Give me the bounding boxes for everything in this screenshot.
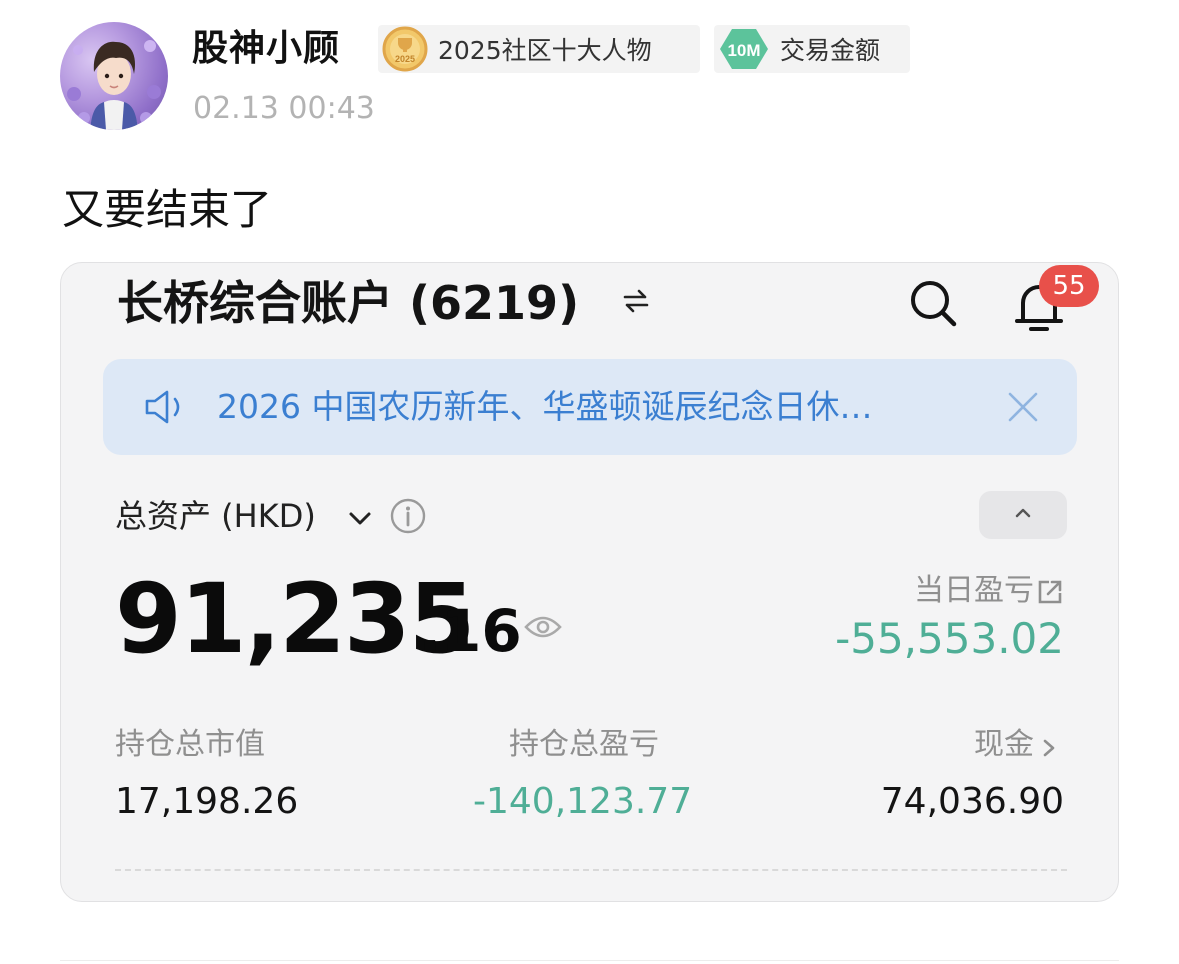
announcement-banner[interactable]: 2026 中国农历新年、华盛顿诞辰纪念日休… [103,359,1077,455]
market-value-label: 持仓总市值 [115,727,265,762]
info-icon[interactable] [389,497,427,535]
post-text: 又要结束了 [62,185,273,234]
position-pl-label: 持仓总盈亏 [509,727,659,762]
dashed-divider [115,869,1067,871]
10m-text: 10M [727,41,760,60]
medal-year-text: 2025 [395,54,415,64]
account-screenshot[interactable]: 长桥综合账户 (6219) 55 2026 中国农历新年、华盛顿诞辰纪念日休… … [60,262,1119,902]
author-name[interactable]: 股神小顾 [192,24,340,74]
announcement-text[interactable]: 2026 中国农历新年、华盛顿诞辰纪念日休… [217,381,967,433]
post-page: 股神小顾 2025 2025社区十大人物 10M 交易金额 02.13 00:4… [0,0,1179,964]
10m-badge-icon: 10M [718,27,770,71]
external-link-icon[interactable] [1035,577,1065,607]
cash-label[interactable]: 现金 [974,723,1034,767]
chevron-down-icon[interactable] [347,507,373,529]
position-pl-value: -140,123.77 [473,781,693,822]
search-icon[interactable] [907,277,959,329]
medal-icon: 2025 [382,26,428,72]
speaker-icon [143,387,191,427]
community-figure-badge[interactable]: 2025 2025社区十大人物 [378,25,700,73]
switch-account-icon[interactable] [621,287,651,315]
day-pl-label[interactable]: 当日盈亏 [914,569,1034,613]
badge-label: 交易金额 [780,36,881,65]
cash-value: 74,036.90 [880,781,1064,822]
trade-amount-badge[interactable]: 10M 交易金额 [714,25,910,73]
total-assets-decimal: .16 [419,597,522,665]
eye-icon[interactable] [523,611,563,643]
total-assets-label[interactable]: 总资产 (HKD) [115,493,316,539]
post-divider [60,960,1119,961]
close-icon[interactable] [1005,389,1041,425]
chevron-up-icon [1015,508,1031,518]
collapse-button[interactable] [979,491,1067,539]
avatar[interactable] [60,22,168,130]
day-pl-value: -55,553.02 [835,614,1064,663]
badge-label: 2025社区十大人物 [438,36,652,65]
market-value: 17,198.26 [115,781,299,822]
post-time: 02.13 00:43 [193,91,375,126]
account-title[interactable]: 长桥综合账户 (6219) [117,271,579,335]
chevron-right-icon[interactable] [1041,737,1057,759]
notification-badge: 55 [1039,265,1099,307]
